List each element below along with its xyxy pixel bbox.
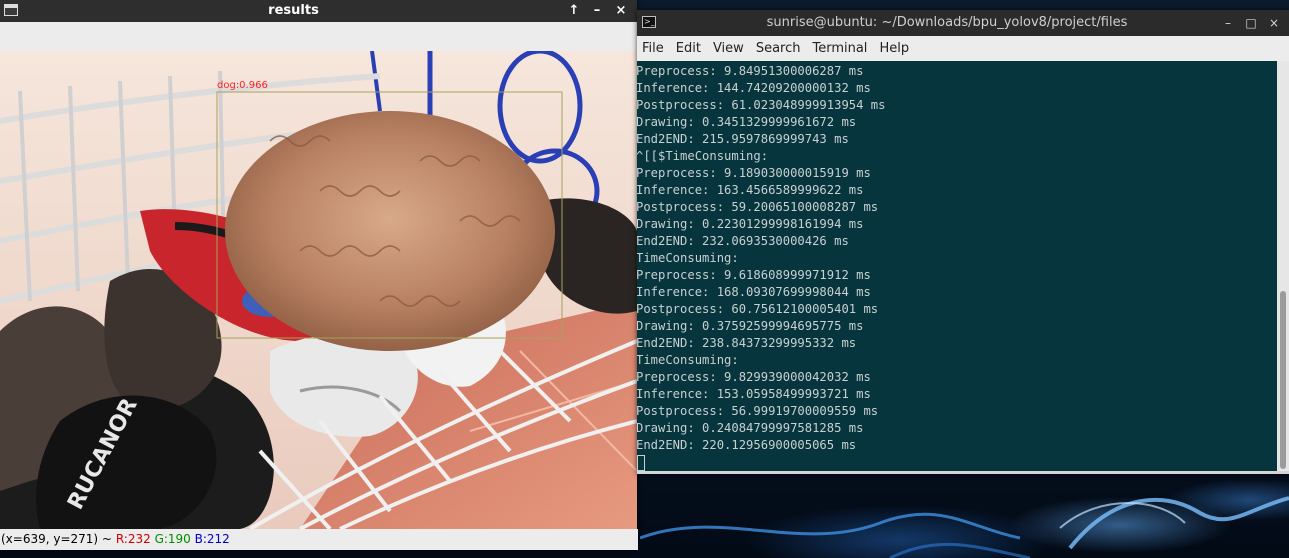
terminal-line: Preprocess: 9.84951300006287 ms xyxy=(637,64,864,78)
minimize-button[interactable]: – xyxy=(586,0,608,22)
maximize-button[interactable]: ↑ xyxy=(563,0,585,22)
terminal-cursor xyxy=(637,454,645,471)
terminal-line: TimeConsuming: xyxy=(637,353,739,367)
menu-view[interactable]: View xyxy=(708,36,751,61)
photo-dog-on-shoe-rack: RUCANOR xyxy=(0,51,637,529)
results-window-title: results xyxy=(268,3,319,18)
menu-search[interactable]: Search xyxy=(751,36,808,61)
terminal-window: >_ sunrise@ubuntu: ~/Downloads/bpu_yolov… xyxy=(637,10,1289,474)
terminal-line: Preprocess: 9.829939000042032 ms xyxy=(637,370,871,384)
pixel-status-bar: (x=639, y=271) ~ R:232 G:190 B:212 xyxy=(0,529,638,550)
terminal-scrollbar[interactable] xyxy=(1277,61,1289,471)
terminal-line: Postprocess: 61.023048999913954 ms xyxy=(637,98,886,112)
terminal-line: Drawing: 0.3451329999961672 ms xyxy=(637,115,857,129)
terminal-line: Postprocess: 56.99919700009559 ms xyxy=(637,404,879,418)
terminal-icon[interactable]: >_ xyxy=(642,16,656,28)
terminal-minimize-button[interactable]: – xyxy=(1217,10,1239,36)
terminal-line: End2END: 238.84373299995332 ms xyxy=(637,336,857,350)
detection-label: dog:0.966 xyxy=(217,80,268,91)
results-titlebar[interactable]: results ↑ – × xyxy=(0,0,637,22)
menu-file[interactable]: File xyxy=(637,36,671,61)
terminal-maximize-button[interactable]: □ xyxy=(1240,10,1262,36)
terminal-line: Drawing: 0.37592599994695775 ms xyxy=(637,319,864,333)
terminal-line: Postprocess: 59.20065100008287 ms xyxy=(637,200,879,214)
terminal-line: Inference: 163.4566589999622 ms xyxy=(637,183,864,197)
terminal-prompt-line[interactable] xyxy=(637,454,1277,471)
terminal-line: Inference: 144.74209200000132 ms xyxy=(637,81,871,95)
detection-image[interactable]: RUCANOR dog:0.966 xyxy=(0,51,637,529)
terminal-line: Inference: 168.09307699998044 ms xyxy=(637,285,871,299)
terminal-line: Drawing: 0.24084799997581285 ms xyxy=(637,421,864,435)
terminal-line: End2END: 215.9597869999743 ms xyxy=(637,132,849,146)
terminal-bottom-border xyxy=(637,471,1289,474)
status-green: G:190 xyxy=(154,532,191,546)
terminal-close-button[interactable]: × xyxy=(1263,10,1285,36)
terminal-menubar: File Edit View Search Terminal Help xyxy=(637,36,1289,62)
results-image-window: results ↑ – × RUCANOR dog:0.966 (x=639, … xyxy=(0,0,638,550)
terminal-line: ^[[$TimeConsuming: xyxy=(637,149,769,163)
status-blue: B:212 xyxy=(194,532,230,546)
close-button[interactable]: × xyxy=(610,0,632,22)
menu-help[interactable]: Help xyxy=(874,36,916,61)
status-red: R:232 xyxy=(115,532,151,546)
terminal-line: End2END: 220.12956900005065 ms xyxy=(637,438,857,452)
status-coords: (x=639, y=271) ~ xyxy=(1,532,112,546)
terminal-line: Inference: 153.05958499993721 ms xyxy=(637,387,871,401)
terminal-scroll-thumb[interactable] xyxy=(1280,291,1286,469)
terminal-lines: Preprocess: 9.84951300006287 ms Inference… xyxy=(637,63,1277,471)
terminal-window-title: sunrise@ubuntu: ~/Downloads/bpu_yolov8/p… xyxy=(766,15,1128,30)
wallpaper-swirl xyxy=(640,496,1289,558)
terminal-line: End2END: 232.0693530000426 ms xyxy=(637,234,849,248)
results-toolbar xyxy=(0,22,637,51)
terminal-line: TimeConsuming: xyxy=(637,251,739,265)
terminal-output[interactable]: Preprocess: 9.84951300006287 ms Inference… xyxy=(637,61,1277,471)
menu-terminal[interactable]: Terminal xyxy=(807,36,874,61)
terminal-line: Preprocess: 9.618608999971912 ms xyxy=(637,268,871,282)
terminal-titlebar[interactable]: >_ sunrise@ubuntu: ~/Downloads/bpu_yolov… xyxy=(637,10,1289,36)
menu-edit[interactable]: Edit xyxy=(671,36,708,61)
terminal-line: Preprocess: 9.189030000015919 ms xyxy=(637,166,871,180)
terminal-line: Drawing: 0.22301299998161994 ms xyxy=(637,217,864,231)
terminal-line: Postprocess: 60.75612100005401 ms xyxy=(637,302,879,316)
